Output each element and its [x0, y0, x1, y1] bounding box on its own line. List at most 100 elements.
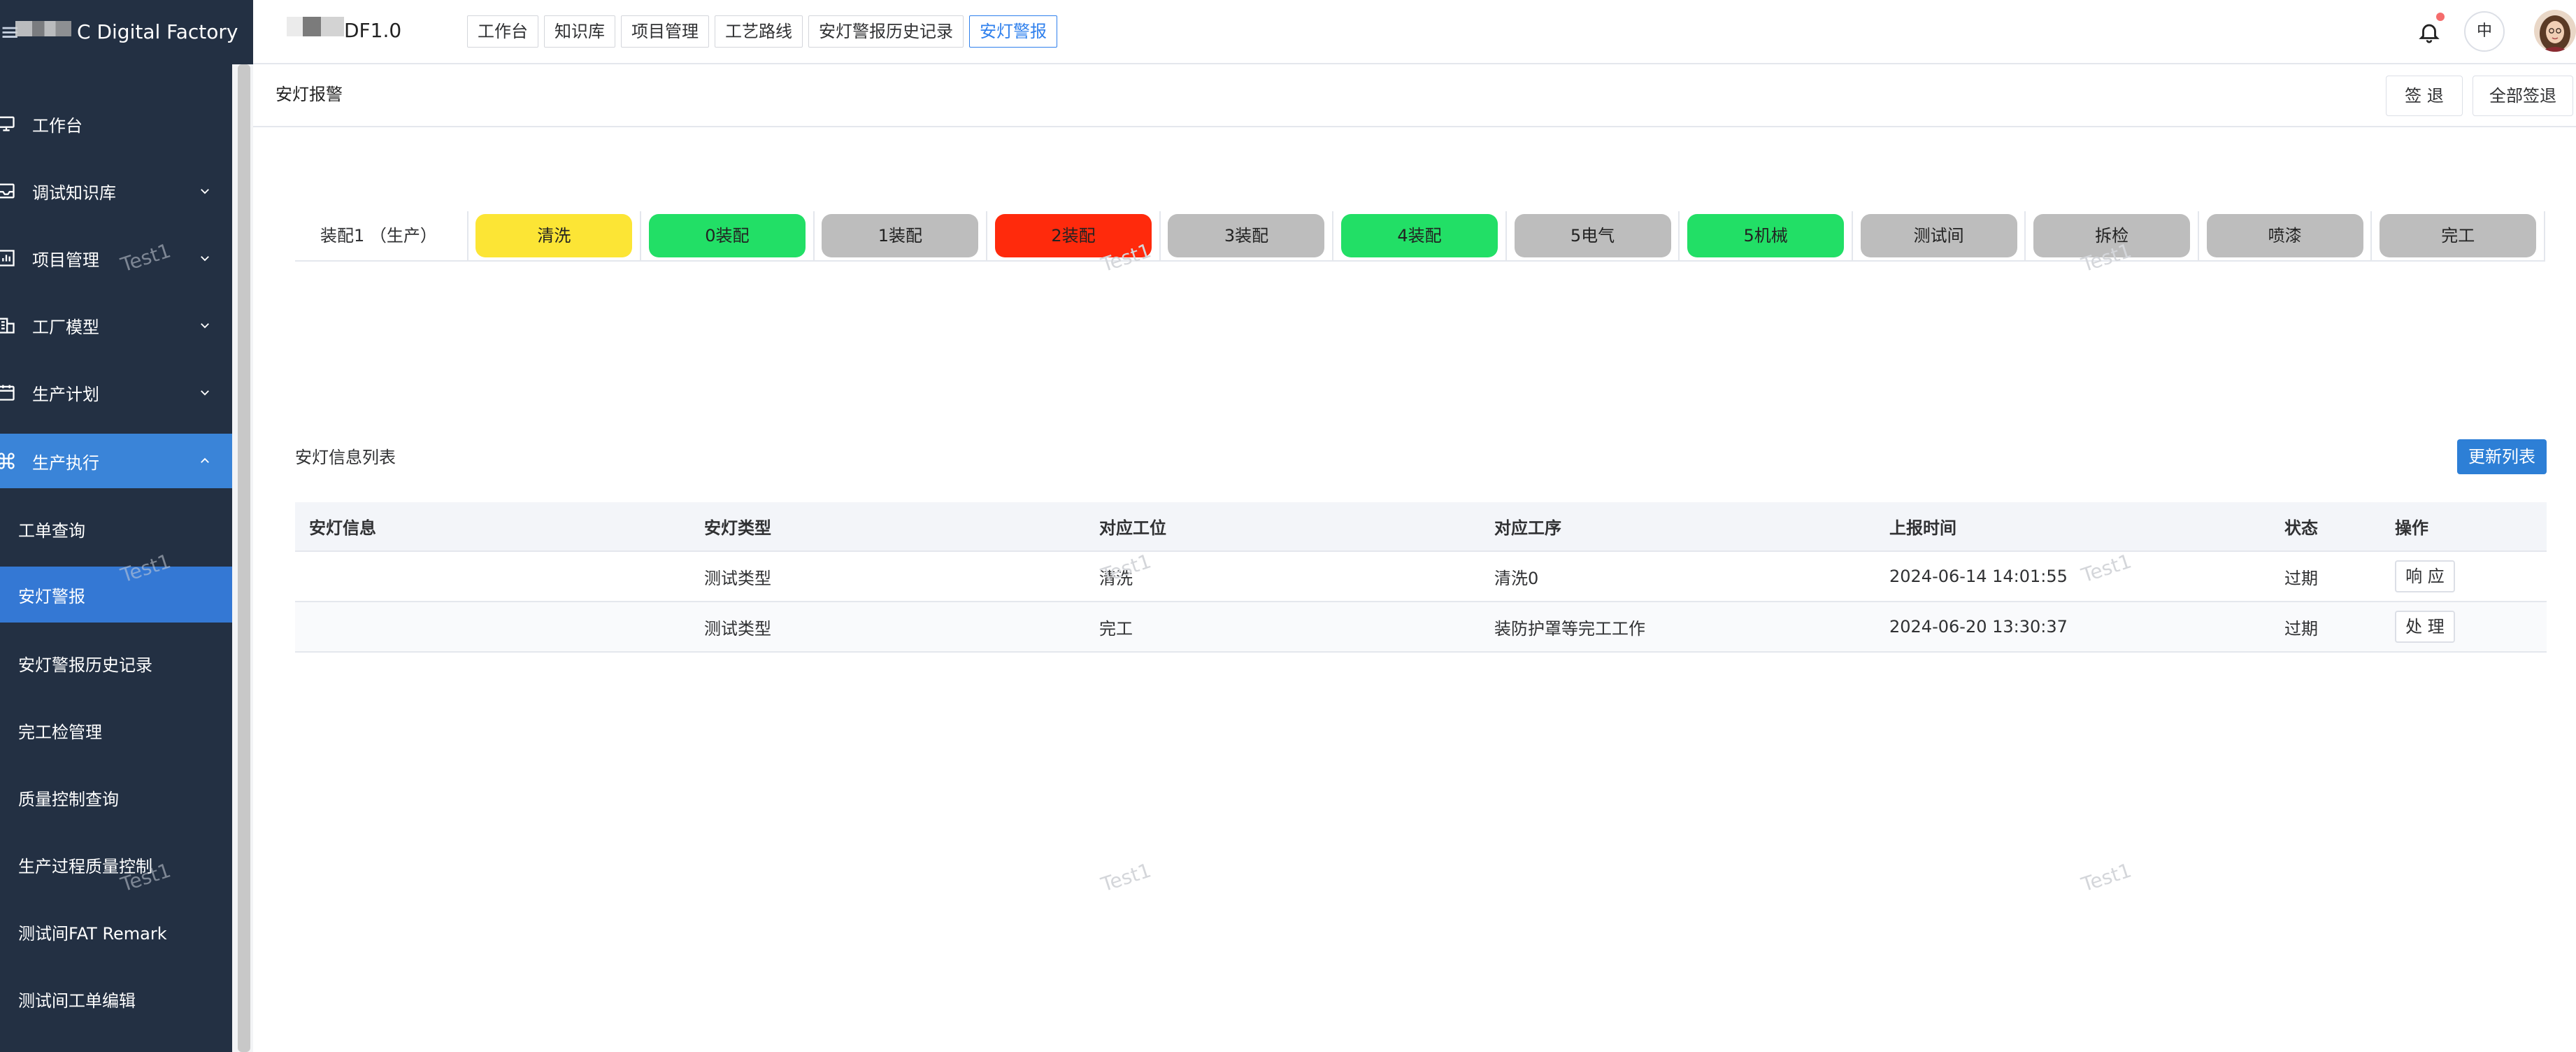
- cell-action: 响 应: [2381, 551, 2547, 602]
- station-cell: 5电气: [1507, 211, 1680, 260]
- submenu-item-completion-check[interactable]: 完工检管理: [0, 702, 232, 758]
- station-cell: 完工: [2372, 211, 2545, 260]
- chevron-down-icon: [197, 250, 213, 266]
- cell-type: 测试类型: [690, 602, 1085, 653]
- station-cell: 2装配: [987, 211, 1161, 260]
- sidebar-item-label: 项目管理: [32, 250, 99, 270]
- sidebar-menu: 工作台 调试知识库 项目管理 工厂模型 生产计划 生产执行 工单查询 安灯警报 …: [0, 64, 232, 1052]
- chart-icon: [0, 246, 18, 270]
- station-cell: 拆检: [2026, 211, 2199, 260]
- submenu-item-process-quality[interactable]: 生产过程质量控制: [0, 837, 232, 893]
- station-disassembly[interactable]: 拆检: [2033, 214, 2191, 257]
- column-header-action[interactable]: 操作: [2381, 502, 2547, 552]
- column-header-status[interactable]: 状态: [2270, 502, 2381, 552]
- submenu-item-andon-alarm[interactable]: 安灯警报: [0, 567, 232, 623]
- station-mechanical-5[interactable]: 5机械: [1687, 214, 1845, 257]
- table-row[interactable]: 测试类型 清洗 清洗0 2024-06-14 14:01:55 过期 响 应: [295, 551, 2547, 602]
- cell-time: 2024-06-20 13:30:37: [1875, 602, 2270, 653]
- app-logo: [287, 17, 344, 36]
- submenu-item-andon-history[interactable]: 安灯警报历史记录: [0, 635, 232, 691]
- sidebar-scrollbar[interactable]: [238, 64, 250, 1052]
- cell-station: 完工: [1085, 602, 1480, 653]
- command-icon: [0, 449, 18, 473]
- station-clean[interactable]: 清洗: [475, 214, 633, 257]
- cell-process: 装防护罩等完工工作: [1480, 602, 1875, 653]
- station-cell: 喷漆: [2199, 211, 2373, 260]
- column-header-time[interactable]: 上报时间: [1875, 502, 2270, 552]
- sidebar-item-debug-knowledge[interactable]: 调试知识库: [0, 162, 232, 220]
- submenu-item-label: 生产过程质量控制: [18, 856, 152, 876]
- column-header-process[interactable]: 对应工序: [1480, 502, 1875, 552]
- station-cell: 3装配: [1161, 211, 1334, 260]
- station-assembly-0[interactable]: 0装配: [648, 214, 806, 257]
- station-painting[interactable]: 喷漆: [2206, 214, 2363, 257]
- station-assembly-3[interactable]: 3装配: [1168, 214, 1325, 257]
- sidebar-item-factory-model[interactable]: 工厂模型: [0, 297, 232, 354]
- status-badge: 过期: [2270, 551, 2381, 602]
- cell-time: 2024-06-14 14:01:55: [1875, 551, 2270, 602]
- sidebar-item-production-plan[interactable]: 生产计划: [0, 364, 232, 421]
- submenu-item-label: 安灯警报: [18, 586, 85, 606]
- cell-info: [295, 551, 690, 602]
- tab-workbench[interactable]: 工作台: [467, 15, 538, 48]
- station-completion[interactable]: 完工: [2380, 214, 2537, 257]
- submenu-item-test-work-order-edit[interactable]: 测试间工单编辑: [0, 971, 232, 1027]
- cell-action: 处 理: [2381, 602, 2547, 653]
- sidebar-item-label: 调试知识库: [32, 183, 116, 203]
- submenu-item-work-order-query[interactable]: 工单查询: [0, 501, 232, 557]
- brand-title: C Digital Factory: [77, 20, 238, 43]
- language-toggle-button[interactable]: 中: [2464, 11, 2505, 52]
- sidebar: ≡ C Digital Factory 工作台 调试知识库 项目管理 工厂模型 …: [0, 0, 253, 1052]
- sidebar-item-label: 工作台: [32, 115, 83, 136]
- station-test-room[interactable]: 测试间: [1860, 214, 2017, 257]
- tab-andon-history[interactable]: 安灯警报历史记录: [808, 15, 964, 48]
- page-header: 安灯报警 签 退 全部签退: [253, 64, 2576, 127]
- sidebar-item-workbench[interactable]: 工作台: [0, 95, 232, 152]
- sign-out-all-button[interactable]: 全部签退: [2473, 76, 2573, 116]
- column-header-info[interactable]: 安灯信息: [295, 502, 690, 552]
- station-cell: 5机械: [1680, 211, 1853, 260]
- cell-info: [295, 602, 690, 653]
- cell-type: 测试类型: [690, 551, 1085, 602]
- station-assembly-4[interactable]: 4装配: [1341, 214, 1498, 257]
- tab-project-management[interactable]: 项目管理: [621, 15, 709, 48]
- respond-button[interactable]: 响 应: [2395, 560, 2455, 592]
- station-assembly-2[interactable]: 2装配: [994, 214, 1152, 257]
- station-electrical-5[interactable]: 5电气: [1514, 214, 1671, 257]
- station-assembly-1[interactable]: 1装配: [822, 214, 979, 257]
- cell-station: 清洗: [1085, 551, 1480, 602]
- submenu-item-fat-remark[interactable]: 测试间FAT Remark: [0, 904, 232, 960]
- sidebar-item-project[interactable]: 项目管理: [0, 229, 232, 287]
- monitor-icon: [0, 112, 18, 136]
- submenu-item-label: 工单查询: [18, 520, 85, 541]
- tab-process-route[interactable]: 工艺路线: [715, 15, 803, 48]
- station-cell: 测试间: [1853, 211, 2026, 260]
- sidebar-header: ≡ C Digital Factory: [0, 0, 253, 64]
- handle-button[interactable]: 处 理: [2395, 611, 2455, 643]
- submenu-item-label: 完工检管理: [18, 722, 102, 742]
- sidebar-item-label: 工厂模型: [32, 317, 99, 337]
- column-header-station[interactable]: 对应工位: [1085, 502, 1480, 552]
- chevron-down-icon: [197, 318, 213, 333]
- refresh-list-button[interactable]: 更新列表: [2457, 439, 2547, 474]
- sign-out-button[interactable]: 签 退: [2386, 76, 2463, 116]
- chevron-down-icon: [197, 183, 213, 199]
- tab-andon-alarm[interactable]: 安灯警报: [969, 15, 1057, 48]
- submenu-item-label: 质量控制查询: [18, 789, 119, 809]
- alarm-list-title: 安灯信息列表: [295, 448, 396, 467]
- column-header-type[interactable]: 安灯类型: [690, 502, 1085, 552]
- sidebar-item-label: 生产执行: [32, 453, 99, 473]
- production-line-label: 装配1 （生产）: [295, 211, 468, 260]
- chevron-down-icon: [197, 385, 213, 400]
- tab-knowledge-base[interactable]: 知识库: [544, 15, 615, 48]
- station-cell: 4装配: [1333, 211, 1507, 260]
- chevron-up-icon: [197, 453, 213, 469]
- table-row[interactable]: 测试类型 完工 装防护罩等完工工作 2024-06-20 13:30:37 过期…: [295, 602, 2547, 653]
- station-cell: 清洗: [468, 211, 642, 260]
- sidebar-item-production-execution[interactable]: 生产执行: [0, 434, 232, 488]
- watermark: Test1: [2078, 858, 2135, 897]
- status-badge: 过期: [2270, 602, 2381, 653]
- submenu-item-quality-query[interactable]: 质量控制查询: [0, 769, 232, 825]
- avatar[interactable]: [2534, 10, 2576, 52]
- submenu-item-label: 安灯警报历史记录: [18, 655, 152, 675]
